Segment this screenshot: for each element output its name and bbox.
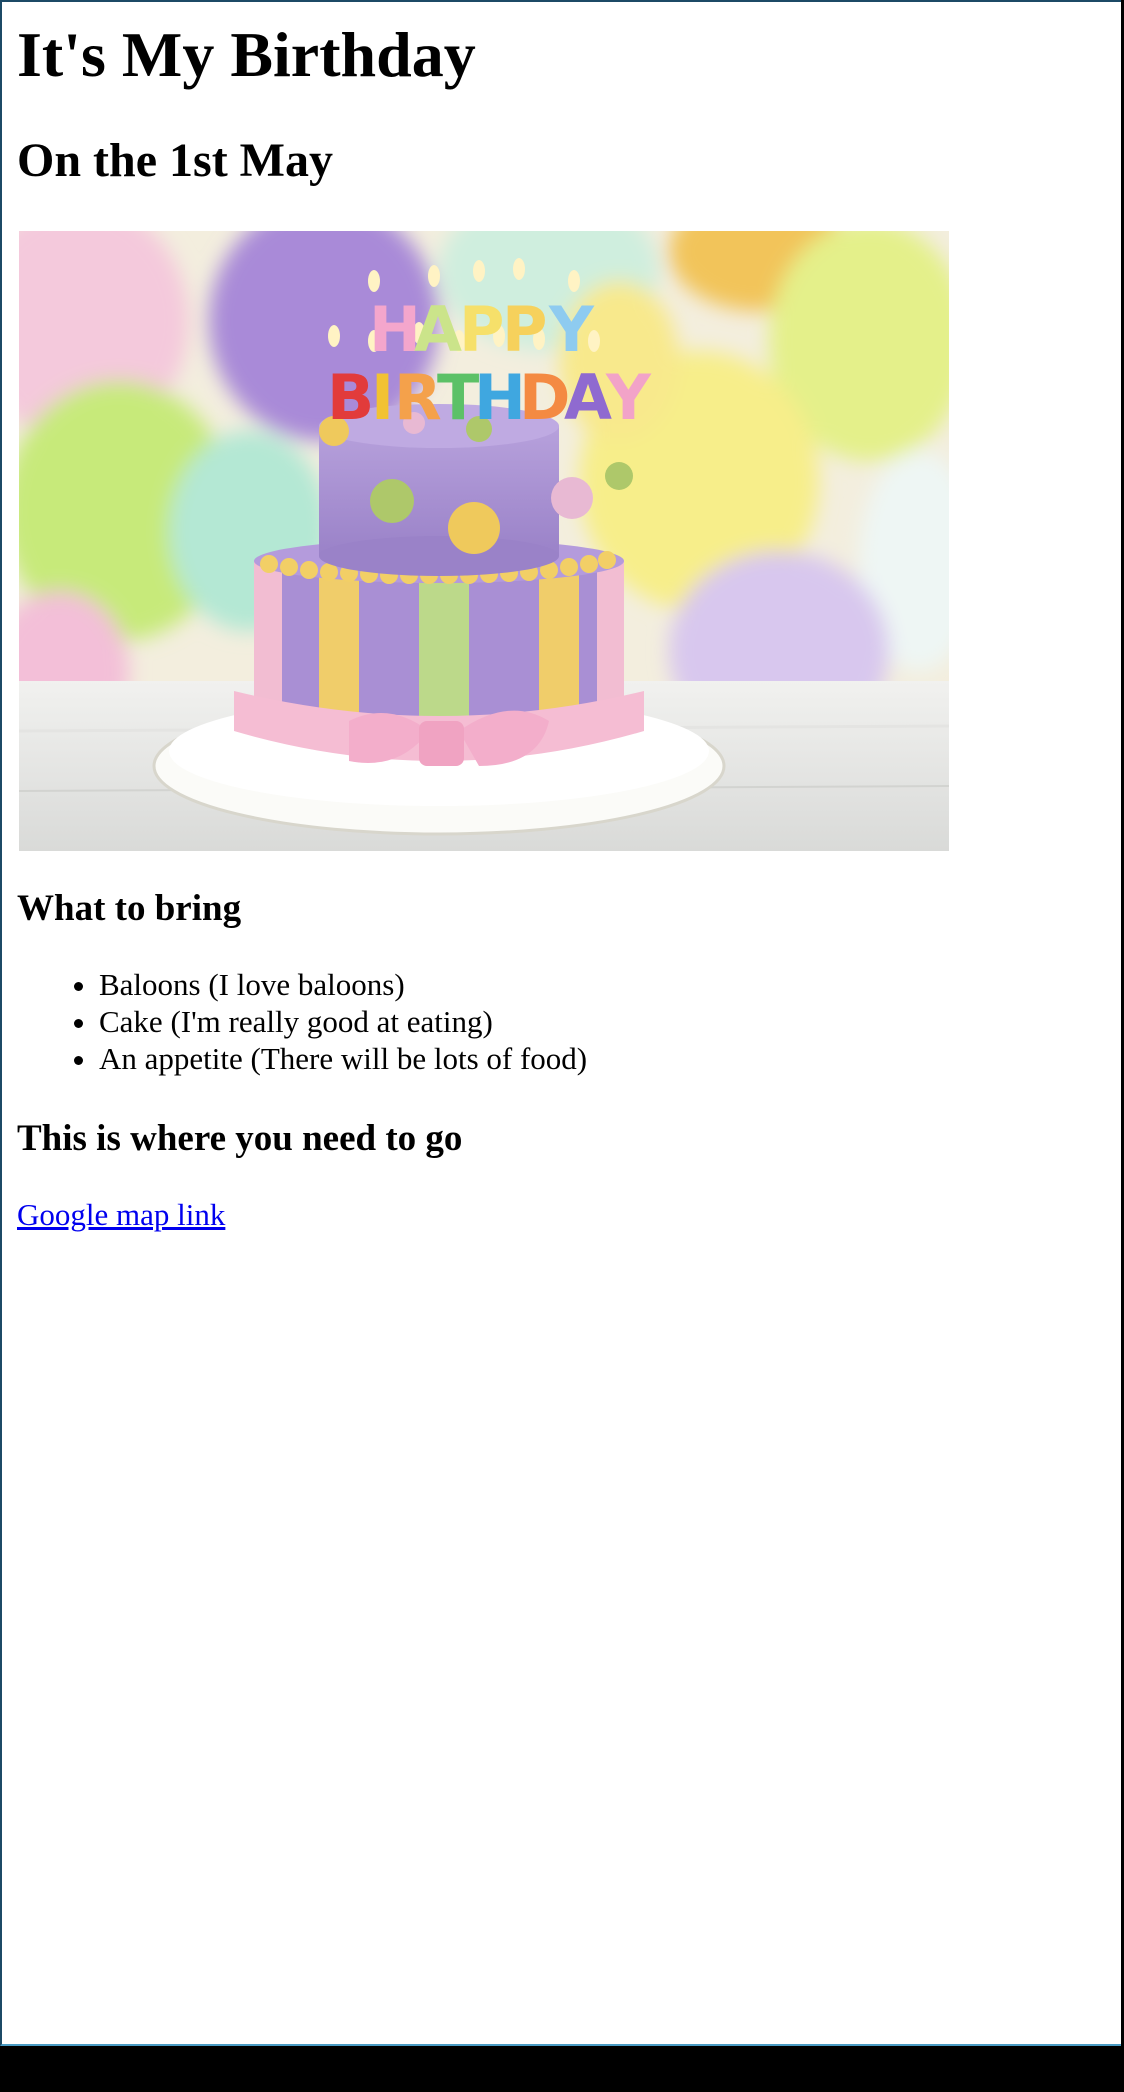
svg-text:Y: Y bbox=[548, 293, 595, 366]
page-subtitle: On the 1st May bbox=[17, 134, 333, 187]
page: It's My Birthday On the 1st May H A P P … bbox=[0, 0, 1121, 2046]
list-item: An appetite (There will be lots of food) bbox=[99, 1040, 587, 1077]
google-map-link[interactable]: Google map link bbox=[17, 1195, 225, 1235]
svg-text:T: T bbox=[437, 361, 479, 434]
bring-list: Baloons (I love baloons) Cake (I'm reall… bbox=[17, 966, 587, 1077]
svg-text:B: B bbox=[327, 361, 374, 434]
svg-text:D: D bbox=[519, 361, 570, 434]
page-title: It's My Birthday bbox=[17, 19, 476, 90]
svg-text:P: P bbox=[502, 293, 547, 366]
svg-text:A: A bbox=[564, 361, 612, 434]
svg-text:Y: Y bbox=[605, 361, 652, 434]
svg-text:R: R bbox=[394, 361, 442, 434]
directions-heading: This is where you need to go bbox=[17, 1118, 463, 1159]
list-item: Cake (I'm really good at eating) bbox=[99, 1003, 587, 1040]
svg-text:A: A bbox=[414, 293, 462, 366]
list-item: Baloons (I love baloons) bbox=[99, 966, 587, 1003]
svg-text:P: P bbox=[459, 293, 504, 366]
svg-text:I: I bbox=[371, 361, 394, 434]
birthday-cake-image: H A P P Y B I R T H D A Y bbox=[19, 231, 949, 851]
bring-heading: What to bring bbox=[17, 888, 242, 929]
